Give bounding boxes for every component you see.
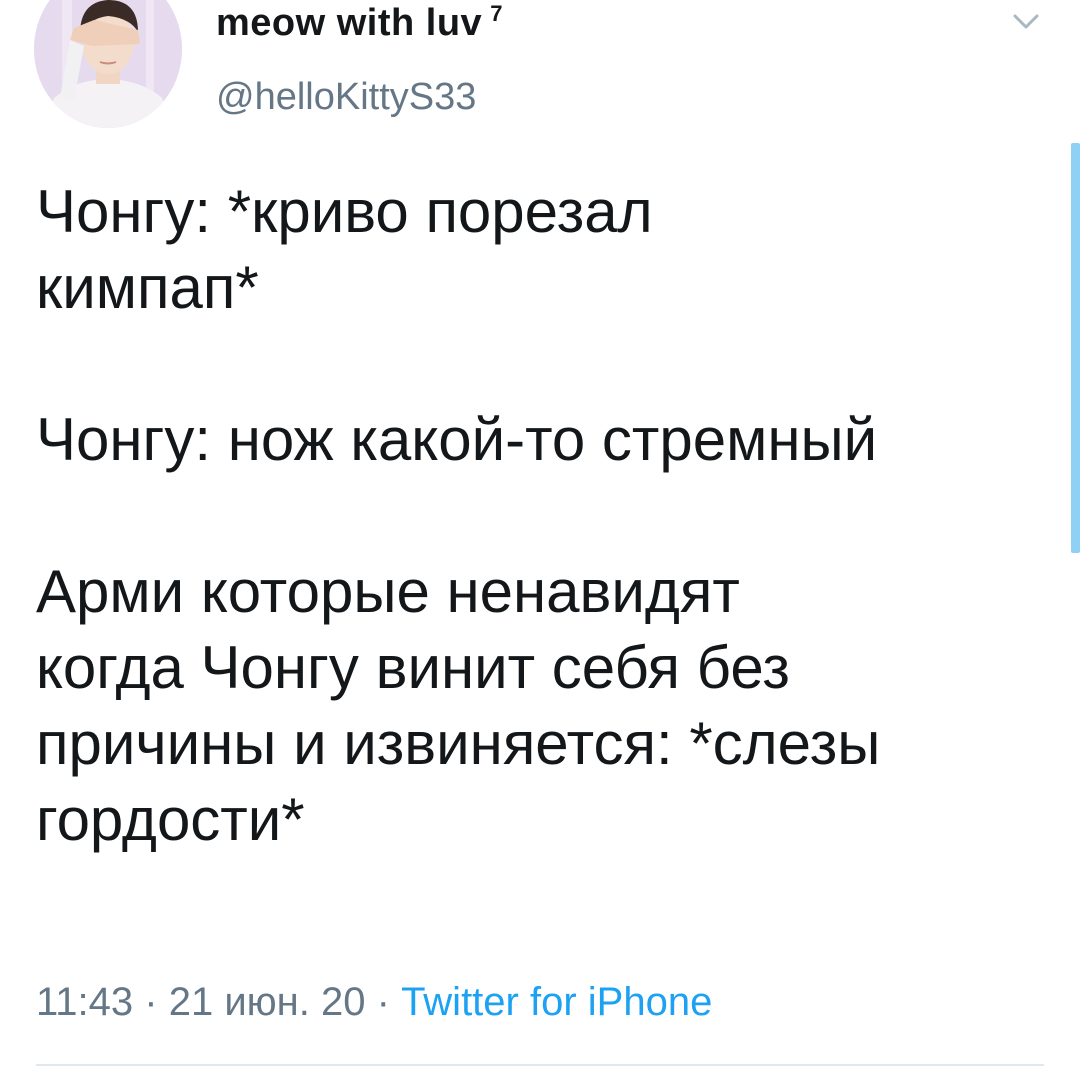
chevron-down-icon[interactable]	[1012, 12, 1040, 32]
display-name-superscript: 7	[490, 1, 503, 26]
avatar[interactable]	[34, 0, 182, 128]
scrollbar[interactable]	[1071, 143, 1080, 553]
display-name-text[interactable]: meow with luv	[216, 2, 482, 44]
tweet-text: Чонгу: *криво порезал кимпап* Чонгу: нож…	[36, 174, 1056, 858]
tweet-paragraph: Чонгу: *криво порезал кимпап*	[36, 178, 653, 321]
tweet-paragraph: Чонгу: нож какой-то стремный	[36, 406, 878, 473]
tweet-source-link[interactable]: Twitter for iPhone	[401, 980, 712, 1024]
tweet-date[interactable]: 21 июн. 20	[169, 980, 366, 1024]
tweet-metadata: 11:43 · 21 июн. 20 · Twitter for iPhone	[36, 980, 712, 1025]
meta-separator: ·	[144, 980, 158, 1024]
meta-separator: ·	[376, 980, 390, 1024]
tweet-paragraph: Арми которые ненавидят когда Чонгу винит…	[36, 558, 881, 853]
divider	[36, 1064, 1044, 1066]
author-display-name[interactable]: meow with luv 7	[216, 1, 503, 45]
author-handle[interactable]: @helloKittyS33	[216, 76, 476, 119]
tweet-time[interactable]: 11:43	[36, 980, 133, 1024]
